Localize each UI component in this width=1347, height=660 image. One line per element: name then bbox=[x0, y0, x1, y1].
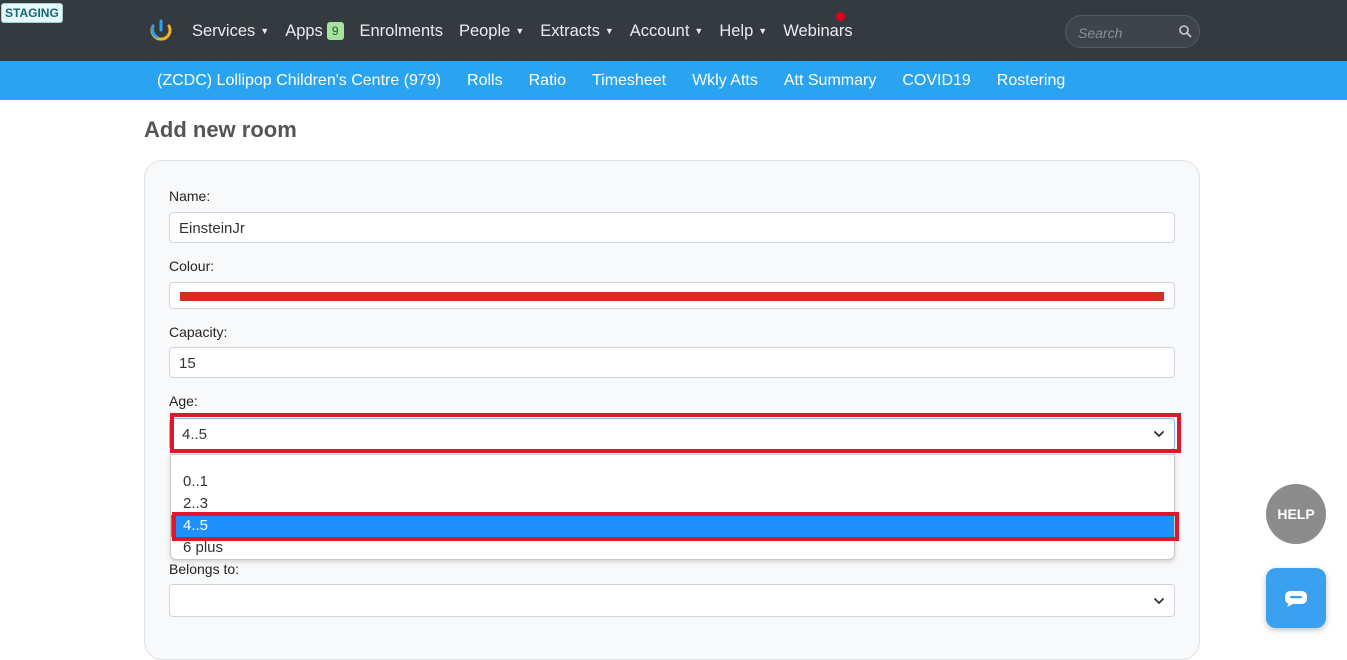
age-dropdown-list: 0..1 2..3 4..5 6 plus bbox=[170, 454, 1175, 560]
caret-down-icon: ▼ bbox=[694, 26, 704, 36]
page-title: Add new room bbox=[144, 117, 297, 142]
colour-label: Colour: bbox=[169, 258, 215, 274]
nav-services[interactable]: Services ▼ bbox=[192, 22, 269, 41]
app-logo-icon[interactable] bbox=[148, 17, 174, 43]
colour-picker[interactable] bbox=[169, 282, 1175, 309]
nav-help[interactable]: Help ▼ bbox=[719, 22, 767, 41]
subnav-wkly-atts[interactable]: Wkly Atts bbox=[692, 72, 758, 90]
staging-badge: STAGING bbox=[1, 3, 63, 23]
nav-account[interactable]: Account ▼ bbox=[630, 22, 704, 41]
age-option-label: 0..1 bbox=[183, 473, 209, 490]
search-icon[interactable] bbox=[1178, 24, 1192, 38]
nav-enrolments-label: Enrolments bbox=[359, 21, 443, 40]
subnav-timesheet[interactable]: Timesheet bbox=[592, 72, 666, 90]
subnav-att-summary[interactable]: Att Summary bbox=[784, 72, 876, 90]
chevron-down-icon bbox=[1154, 597, 1164, 604]
centre-subnav: (ZCDC) Lollipop Children's Centre (979) … bbox=[0, 61, 1347, 100]
nav-people-label: People bbox=[458, 21, 511, 40]
nav-extracts-label: Extracts bbox=[540, 21, 600, 40]
age-option-0-1[interactable]: 0..1 bbox=[171, 471, 1174, 493]
notification-dot-icon bbox=[836, 12, 845, 21]
name-field-value: EinsteinJr bbox=[179, 220, 245, 237]
age-label: Age: bbox=[169, 393, 198, 409]
name-field[interactable]: EinsteinJr bbox=[169, 212, 1175, 243]
help-button[interactable]: HELP bbox=[1266, 484, 1326, 544]
search-input[interactable] bbox=[1076, 22, 1175, 44]
age-select-highlight bbox=[170, 413, 1181, 453]
subnav-centre-name[interactable]: (ZCDC) Lollipop Children's Centre (979) bbox=[157, 72, 441, 90]
subnav-rolls[interactable]: Rolls bbox=[467, 72, 503, 90]
nav-enrolments[interactable]: Enrolments bbox=[360, 22, 443, 41]
capacity-label: Capacity: bbox=[169, 324, 228, 340]
nav-apps-label: Apps bbox=[285, 21, 323, 40]
caret-down-icon: ▼ bbox=[515, 26, 525, 36]
subnav-ratio[interactable]: Ratio bbox=[529, 72, 566, 90]
top-navbar: STAGING Services ▼ Apps 9 Enrolments Peopl… bbox=[0, 0, 1347, 61]
name-label: Name: bbox=[169, 188, 211, 204]
nav-account-label: Account bbox=[629, 21, 690, 40]
age-option-label: 6 plus bbox=[183, 539, 224, 556]
capacity-field-value: 15 bbox=[179, 355, 196, 372]
subnav-rostering[interactable]: Rostering bbox=[997, 72, 1065, 90]
nav-services-label: Services bbox=[192, 21, 256, 40]
belongs-to-label: Belongs to: bbox=[169, 561, 240, 577]
chat-bubble-icon bbox=[1285, 591, 1307, 607]
nav-extracts[interactable]: Extracts ▼ bbox=[540, 22, 614, 41]
belongs-to-select[interactable] bbox=[169, 584, 1175, 617]
main-nav: Services ▼ Apps 9 Enrolments People ▼ Extra… bbox=[192, 18, 869, 44]
nav-webinars-label: Webinars bbox=[783, 21, 853, 40]
nav-help-label: Help bbox=[719, 21, 754, 40]
caret-down-icon: ▼ bbox=[758, 26, 768, 36]
capacity-field[interactable]: 15 bbox=[169, 347, 1175, 378]
caret-down-icon: ▼ bbox=[604, 26, 614, 36]
search-box bbox=[1065, 15, 1200, 48]
apps-count-badge: 9 bbox=[326, 22, 344, 40]
chat-button[interactable] bbox=[1266, 568, 1326, 628]
subnav-covid19[interactable]: COVID19 bbox=[902, 72, 970, 90]
colour-swatch bbox=[180, 292, 1164, 301]
age-option-label: 2..3 bbox=[183, 495, 209, 512]
age-option-highlight bbox=[172, 512, 1179, 541]
nav-webinars[interactable]: Webinars bbox=[783, 22, 852, 41]
caret-down-icon: ▼ bbox=[260, 26, 270, 36]
nav-apps[interactable]: Apps 9 bbox=[285, 21, 344, 41]
nav-people[interactable]: People ▼ bbox=[459, 22, 524, 41]
